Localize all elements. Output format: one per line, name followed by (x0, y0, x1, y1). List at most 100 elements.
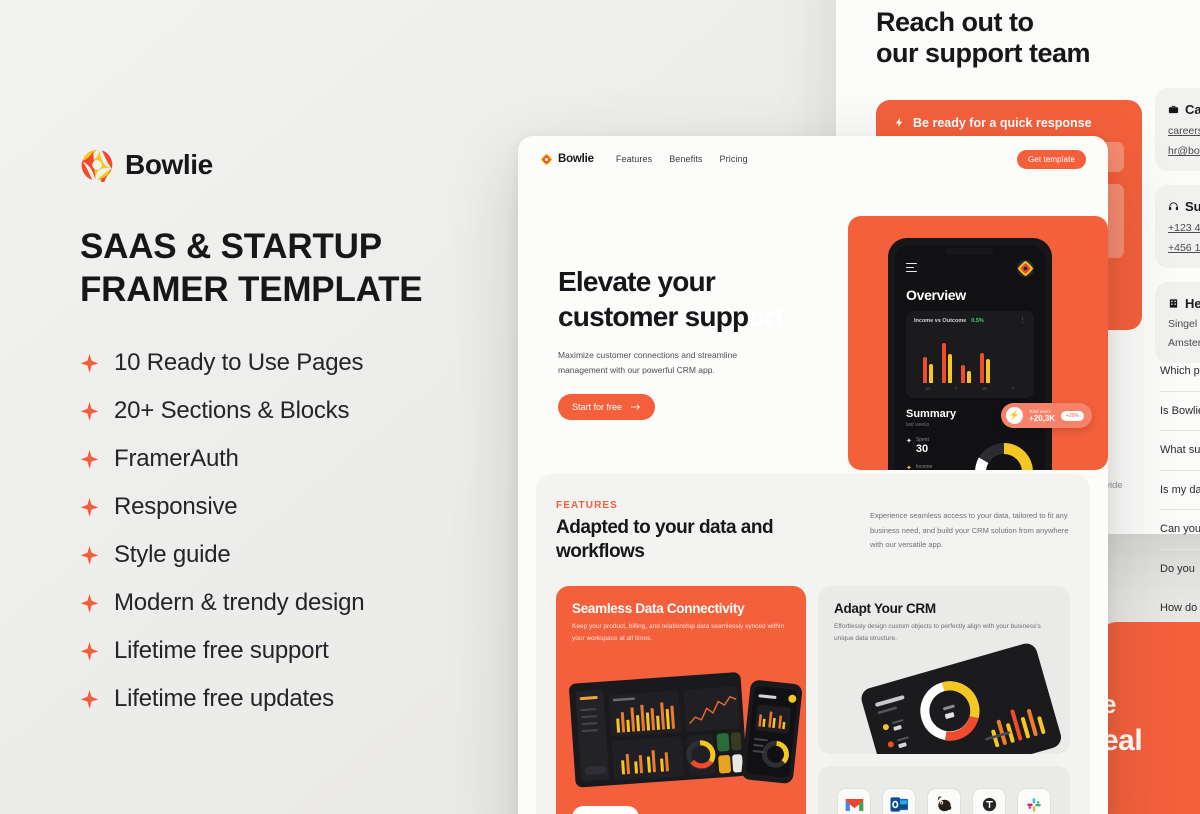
more-options-icon[interactable]: ⋮ (1019, 317, 1026, 324)
hero-heading-line2-light: ort (748, 301, 784, 332)
list-item: Lifetime free support (80, 637, 500, 665)
get-template-button[interactable]: Get template (1016, 149, 1086, 169)
sparkle-icon (80, 545, 99, 565)
headquarters-card: Headqu Singel 25 Amsterda (1155, 282, 1200, 363)
total-users-delta: +20% (1061, 410, 1084, 421)
nav-link-pricing[interactable]: Pricing (720, 154, 748, 164)
promo-brand: Bowlie (80, 148, 500, 187)
get-started-button[interactable]: Get Started (572, 805, 639, 814)
background-faq-section: ovide Which p Is Bowlie What su Is my da… (1100, 352, 1200, 629)
careers-card-header: Careers (1168, 102, 1200, 117)
support-phone-2[interactable]: +456 123 1 (1168, 242, 1200, 254)
faq-item[interactable]: Is my da (1160, 471, 1200, 510)
list-item: 10 Ready to Use Pages (80, 349, 500, 377)
support-card: Support +123 456 7 +456 123 1 (1155, 185, 1200, 268)
contact-heading-line2: our support team (876, 38, 1091, 69)
promo-feature-label: Lifetime free support (114, 637, 329, 665)
features-eyebrow: FEATURES (556, 500, 618, 511)
promo-feature-label: Modern & trendy design (114, 589, 365, 617)
hero-heading-line2-dark: customer supp (558, 301, 749, 332)
hero-heading-line1: Elevate your (558, 266, 716, 297)
typeform-icon[interactable] (972, 787, 1006, 814)
seamless-data-title: Seamless Data Connectivity (572, 600, 745, 616)
hero-subtitle: Maximize customer connections and stream… (558, 350, 738, 375)
cta-line-2: eal (1102, 724, 1143, 758)
sparkle-icon (80, 449, 99, 469)
promo-panel: Bowlie SAAS & STARTUP FRAMER TEMPLATE 10… (80, 148, 500, 733)
outlook-icon[interactable] (882, 787, 916, 814)
mailchimp-icon[interactable] (927, 787, 961, 814)
features-header: FEATURES Adapted to your data and workfl… (556, 500, 1070, 564)
list-item: Responsive (80, 493, 500, 521)
tablet-illustration (861, 643, 1062, 754)
total-users-badge: ⚡ Total users +20,3K +20% (1001, 403, 1092, 428)
template-preview-window: Bowlie Features Benefits Pricing Get tem… (518, 136, 1108, 814)
sparkle-icon (80, 401, 99, 421)
list-item: Modern & trendy design (80, 589, 500, 617)
sparkle-icon (80, 497, 99, 517)
seamless-data-body: Keep your product, billing, and relation… (572, 622, 785, 642)
features-heading: Adapted to your data and workflows (556, 517, 774, 562)
promo-feature-label: Responsive (114, 493, 238, 521)
contact-eyebrow: CONTACT US (876, 0, 1200, 3)
headquarters-card-header: Headqu (1168, 296, 1200, 311)
support-card-header: Support (1168, 199, 1200, 214)
promo-feature-label: 20+ Sections & Blocks (114, 397, 350, 425)
chart-bar-group (942, 343, 952, 383)
cta-line-1: e (1102, 689, 1116, 719)
start-for-free-label: Start for free (572, 401, 623, 412)
promo-feature-label: FramerAuth (114, 445, 239, 473)
preview-logo[interactable]: Bowlie (540, 153, 594, 166)
features-description: Experience seamless access to your data,… (870, 511, 1069, 550)
list-item: Style guide (80, 541, 500, 569)
promo-feature-label: Style guide (114, 541, 231, 569)
careers-email-2[interactable]: hr@bowlie (1168, 145, 1200, 157)
contact-side-cards: Careers careers@b hr@bowlie Support +123… (1155, 88, 1200, 377)
background-cta-panel: e eal (1102, 622, 1200, 814)
phone-chart-delta: 0.5% (971, 318, 984, 324)
chart-bar-group (961, 365, 971, 383)
phone-notch (946, 248, 994, 255)
faq-item[interactable]: Can you in your p (1160, 510, 1200, 550)
nav-link-features[interactable]: Features (616, 154, 652, 164)
headquarters-address-1: Singel 25 (1168, 318, 1200, 330)
phone-spent-value: 30 (915, 443, 929, 455)
sparkle-icon (80, 593, 99, 613)
quick-response-header: Be ready for a quick response (894, 116, 1124, 130)
contact-heading-line1: Reach out to (876, 7, 1034, 37)
preview-navbar: Bowlie Features Benefits Pricing Get tem… (518, 136, 1108, 182)
lightning-icon: ⚡ (1006, 407, 1024, 424)
start-for-free-button[interactable]: Start for free (558, 393, 656, 420)
faq-item[interactable]: What su (1160, 431, 1200, 471)
bowlie-logo-icon (80, 148, 114, 187)
contact-heading: Reach out to our support team (876, 7, 1200, 70)
list-item: 20+ Sections & Blocks (80, 397, 500, 425)
gmail-icon[interactable] (837, 787, 871, 814)
briefcase-icon (1168, 105, 1179, 114)
features-right-column: Adapt Your CRM Effortlessly design custo… (818, 585, 1070, 814)
headquarters-address-2: Amsterda (1168, 337, 1200, 349)
promo-title-line1: SAAS & STARTUP (80, 227, 382, 266)
total-users-value: +20,3K (1029, 413, 1056, 423)
careers-card-title: Careers (1185, 102, 1200, 117)
faq-item[interactable]: Which p (1160, 352, 1200, 392)
building-icon (1169, 299, 1178, 308)
preview-nav-links: Features Benefits Pricing (616, 154, 748, 164)
faq-list: Which p Is Bowlie What su Is my da Can y… (1160, 352, 1200, 629)
bowlie-logo-icon (540, 153, 553, 166)
promo-feature-label: Lifetime free updates (114, 685, 334, 713)
support-phone-1[interactable]: +123 456 7 (1168, 222, 1200, 234)
contact-side-blurb: Exp any any (1176, 0, 1200, 4)
nav-link-benefits[interactable]: Benefits (669, 154, 702, 164)
faq-item[interactable]: Is Bowlie (1160, 392, 1200, 431)
slack-icon[interactable] (1017, 787, 1051, 814)
careers-email-1[interactable]: careers@b (1168, 125, 1200, 137)
promo-brand-name: Bowlie (125, 149, 213, 180)
dashboard-illustration (569, 671, 802, 787)
arrow-right-icon (631, 403, 640, 410)
seamless-data-card: Seamless Data Connectivity Keep your pro… (556, 585, 806, 814)
list-item: FramerAuth (80, 445, 500, 473)
faq-item[interactable]: Do you (1160, 550, 1200, 589)
chart-bar-group (980, 353, 990, 383)
adapt-crm-card: Adapt Your CRM Effortlessly design custo… (818, 585, 1070, 754)
